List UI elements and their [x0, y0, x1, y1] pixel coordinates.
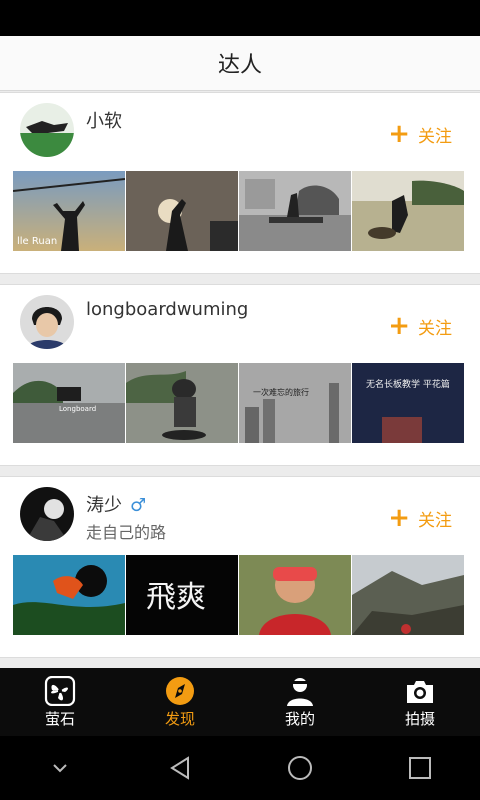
plus-icon: +: [388, 119, 410, 149]
follow-button[interactable]: + 关注: [388, 121, 452, 147]
page-header: 达人: [0, 36, 480, 91]
photo-strip: 飛爽: [13, 555, 467, 635]
avatar[interactable]: [20, 103, 74, 157]
follow-label: 关注: [418, 318, 452, 339]
nav-recents-button[interactable]: [400, 748, 440, 788]
photo-caption: 一次难忘的旅行: [253, 387, 309, 397]
photo-strip: lle Ruan: [13, 171, 467, 251]
user-list[interactable]: 小软 + 关注 lle Ruan longboardwuming + 关注 Lo…: [0, 92, 480, 668]
tab-discover[interactable]: 发现: [120, 668, 240, 736]
system-nav-bar: [0, 736, 480, 800]
photo-thumbnail[interactable]: [239, 171, 351, 251]
photo-thumbnail[interactable]: 无名长板教学 平花篇: [352, 363, 464, 443]
photo-thumbnail[interactable]: [239, 555, 351, 635]
photo-thumbnail[interactable]: lle Ruan: [13, 171, 125, 251]
photo-thumbnail[interactable]: 一次难忘的旅行: [239, 363, 351, 443]
username[interactable]: 小软: [86, 107, 122, 133]
username[interactable]: 涛少 ♂: [86, 491, 146, 517]
user-card[interactable]: 涛少 ♂ 走自己的路 + 关注 飛爽: [0, 476, 480, 658]
tab-label: 萤石: [44, 709, 75, 728]
nav-back-button[interactable]: [160, 748, 200, 788]
username[interactable]: longboardwuming: [86, 299, 248, 320]
tab-label: 我的: [284, 709, 315, 728]
photo-thumbnail[interactable]: [352, 171, 464, 251]
tab-mine[interactable]: 我的: [240, 668, 360, 736]
bottom-tab-bar: 萤石 发现 我的 拍摄: [0, 668, 480, 736]
photo-thumbnail[interactable]: Longboard: [13, 363, 125, 443]
avatar[interactable]: [20, 295, 74, 349]
compass-icon: [166, 676, 194, 705]
tab-label: 发现: [164, 709, 195, 728]
username-text: 涛少: [86, 495, 122, 516]
user-icon: [287, 677, 313, 706]
plus-icon: +: [388, 503, 410, 533]
follow-button[interactable]: + 关注: [388, 313, 452, 339]
photo-thumbnail[interactable]: [13, 555, 125, 635]
page-title: 达人: [217, 53, 262, 78]
nav-hide-button[interactable]: [40, 748, 80, 788]
tab-yingshi[interactable]: 萤石: [0, 668, 120, 736]
camera-icon: [407, 680, 433, 703]
photo-thumbnail[interactable]: [352, 555, 464, 635]
photo-caption: lle Ruan: [17, 236, 57, 247]
follow-button[interactable]: + 关注: [388, 505, 452, 531]
user-card[interactable]: 小软 + 关注 lle Ruan: [0, 92, 480, 274]
photo-caption: 无名长板教学 平花篇: [366, 378, 450, 390]
photo-thumbnail[interactable]: 飛爽: [126, 555, 238, 635]
fan-icon: [44, 675, 76, 706]
home-icon: [288, 756, 312, 780]
photo-caption: 飛爽: [146, 580, 206, 615]
recents-icon: [409, 757, 431, 779]
follow-label: 关注: [418, 510, 452, 531]
photo-strip: Longboard 一次难忘的旅行 无名长板教学 平花篇: [13, 363, 467, 443]
male-icon: ♂: [130, 495, 147, 516]
follow-label: 关注: [418, 126, 452, 147]
nav-home-button[interactable]: [280, 748, 320, 788]
chevron-down-icon: [53, 764, 67, 773]
user-card[interactable]: longboardwuming + 关注 Longboard 一次难忘的旅行 无…: [0, 284, 480, 466]
plus-icon: +: [388, 311, 410, 341]
tab-shoot[interactable]: 拍摄: [360, 668, 480, 736]
photo-thumbnail[interactable]: [126, 171, 238, 251]
photo-thumbnail[interactable]: [126, 363, 238, 443]
status-bar: [0, 0, 480, 36]
back-icon: [170, 756, 189, 780]
avatar[interactable]: [20, 487, 74, 541]
photo-caption: Longboard: [59, 405, 96, 413]
user-bio: 走自己的路: [86, 523, 167, 542]
tab-label: 拍摄: [404, 709, 435, 728]
